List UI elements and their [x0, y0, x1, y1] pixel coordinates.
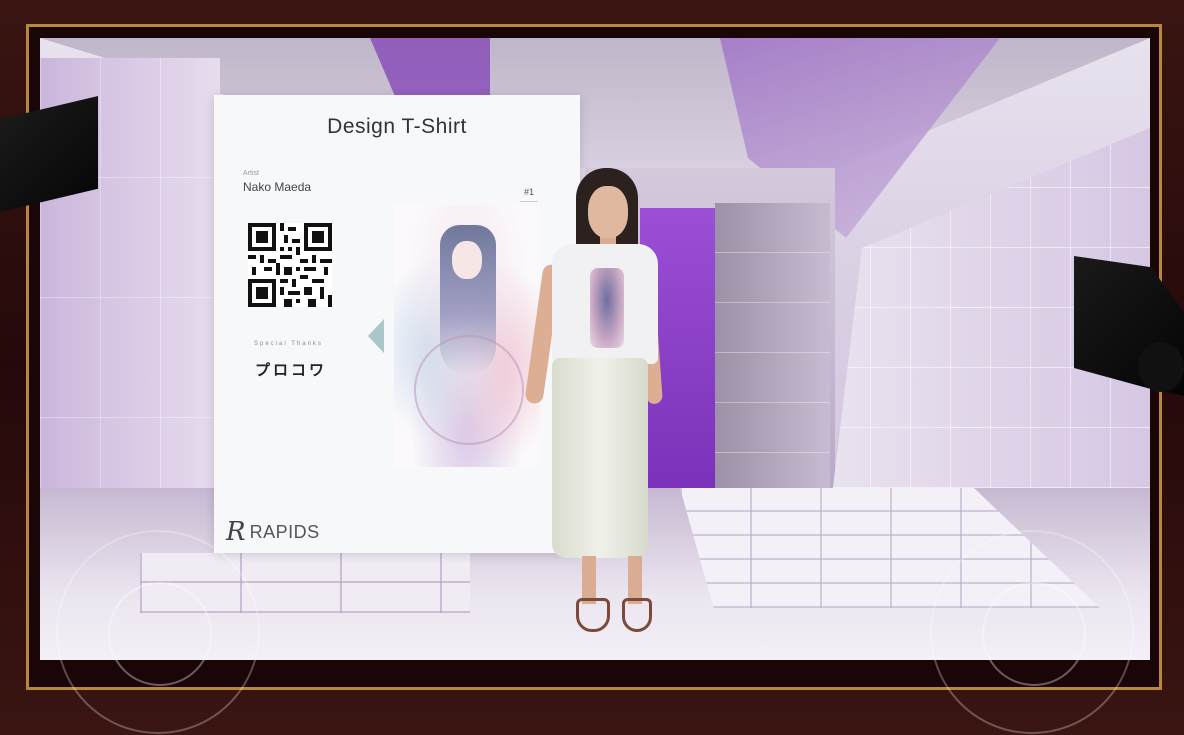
- tshirt-artwork: [394, 205, 540, 467]
- artist-label: Artist: [243, 170, 259, 177]
- spotlight-knob: [1138, 342, 1184, 392]
- special-thanks-brand: プロコワ: [255, 362, 328, 379]
- artwork-face: [452, 241, 482, 279]
- avatar-sandal-right: [622, 598, 652, 632]
- move-joystick-thumb[interactable]: [108, 582, 212, 686]
- avatar-leg-right: [628, 556, 642, 604]
- model-avatar[interactable]: [524, 168, 670, 638]
- special-thanks-label: Special Thanks: [254, 341, 323, 347]
- move-joystick[interactable]: [56, 530, 260, 734]
- rapids-logo-icon: R: [226, 517, 246, 547]
- logo-text: RAPIDS: [249, 521, 320, 542]
- artwork-circle: [414, 335, 524, 445]
- product-info-panel: Design T-Shirt Artist Nako Maeda #1 Spec…: [214, 95, 580, 553]
- panel-title: Design T-Shirt: [327, 115, 467, 138]
- qr-code-icon[interactable]: [248, 223, 332, 307]
- avatar-leg-left: [582, 556, 596, 604]
- avatar-sandal-left: [576, 598, 610, 632]
- avatar-tshirt: [552, 244, 658, 364]
- camera-joystick[interactable]: [930, 530, 1134, 734]
- chevron-left-icon[interactable]: [368, 319, 384, 353]
- avatar-skirt: [552, 358, 648, 558]
- artist-name: Nako Maeda: [243, 180, 312, 194]
- rapids-logo: R RAPIDS: [226, 517, 320, 547]
- camera-joystick-thumb[interactable]: [982, 582, 1086, 686]
- grey-pillar: [715, 203, 830, 493]
- avatar-face: [588, 186, 628, 238]
- avatar-tshirt-print: [590, 268, 624, 348]
